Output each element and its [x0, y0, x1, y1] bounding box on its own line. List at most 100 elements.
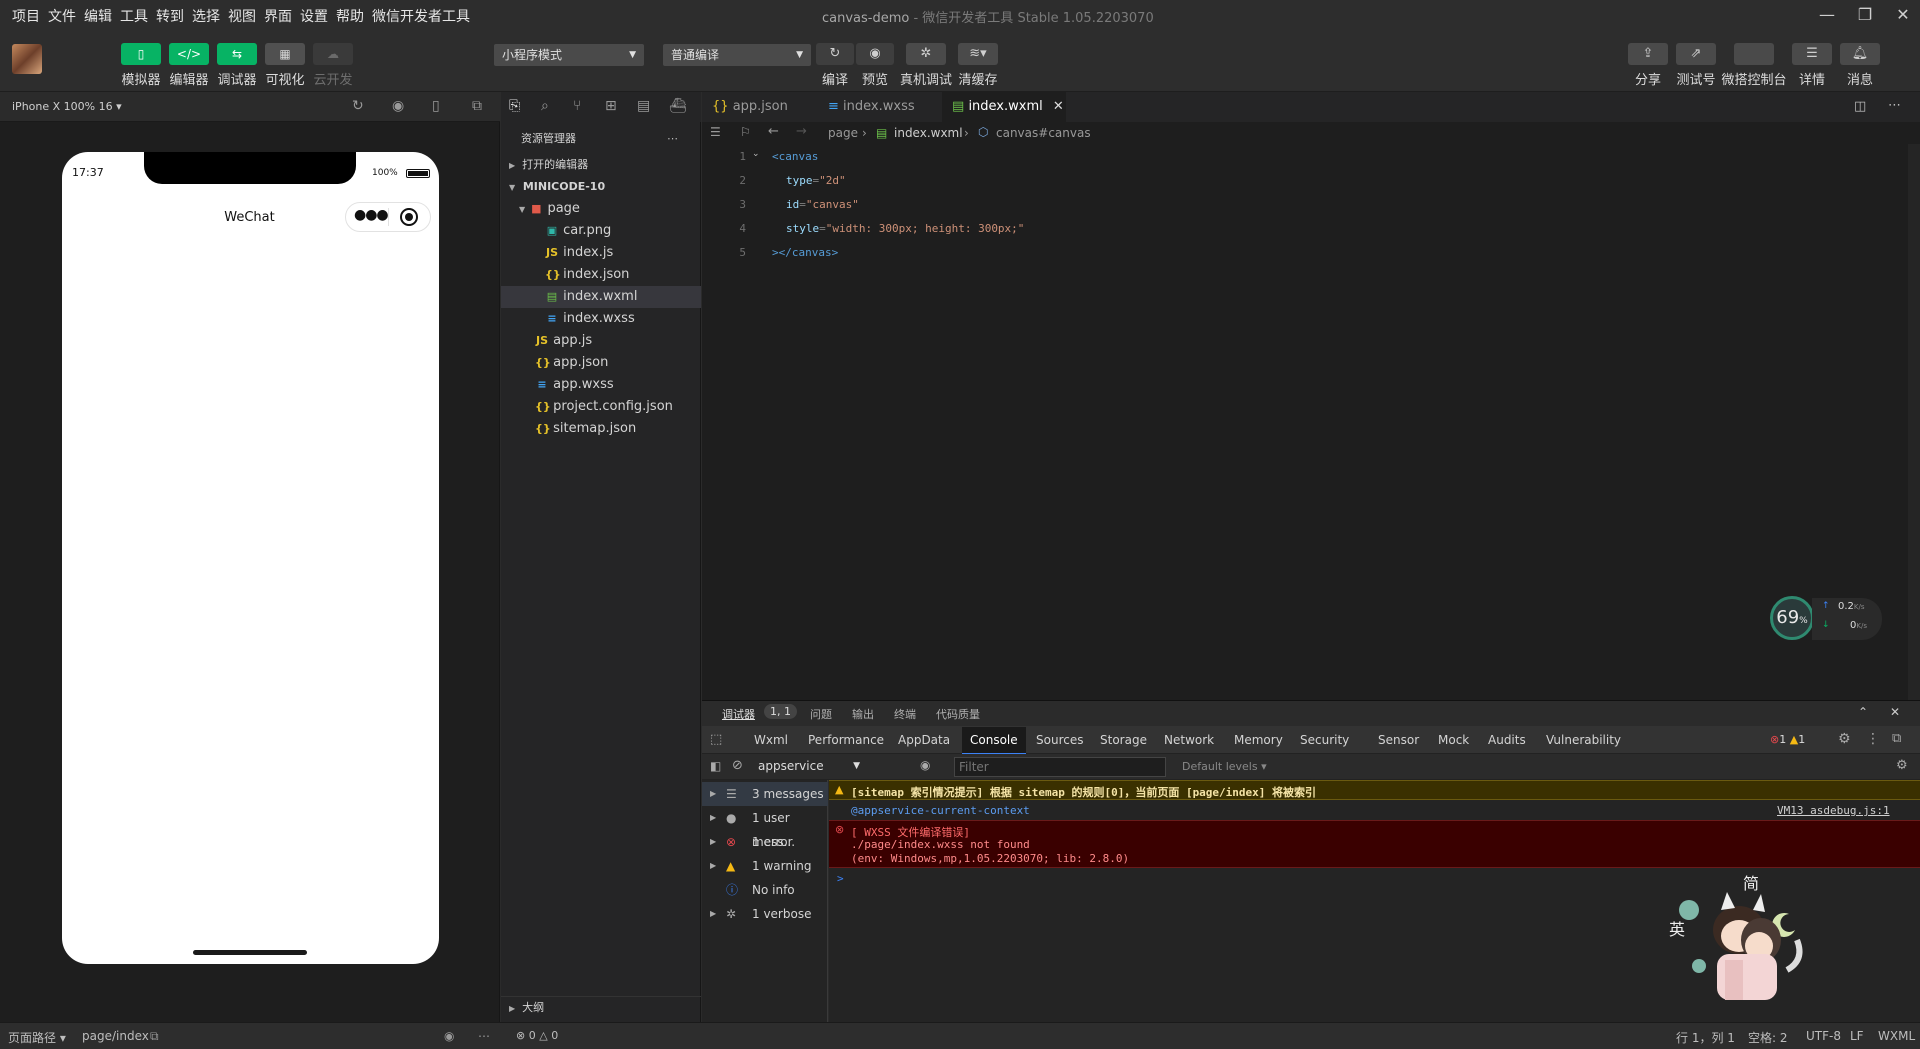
- rotate-icon[interactable]: ↻: [352, 98, 364, 114]
- gear-icon[interactable]: ⚙: [1838, 731, 1851, 747]
- page-path-select[interactable]: 页面路径 ▾: [8, 1029, 66, 1046]
- search-icon[interactable]: ⌕: [541, 98, 549, 114]
- menu-item-project[interactable]: 项目: [12, 6, 40, 26]
- more-icon[interactable]: ●●●: [354, 207, 389, 223]
- close-icon[interactable]: ✕: [1890, 705, 1900, 719]
- devtab-sensor[interactable]: Sensor: [1378, 733, 1419, 747]
- menu-item-goto[interactable]: 转到: [156, 6, 184, 26]
- visual-toggle-button[interactable]: ▦: [265, 43, 305, 65]
- devtab-memory[interactable]: Memory: [1234, 733, 1283, 747]
- restore-icon[interactable]: ❐: [1850, 4, 1880, 26]
- compile-select[interactable]: 普通编译 ▼: [663, 44, 811, 66]
- kebab-icon[interactable]: ⋮: [1866, 731, 1880, 747]
- file-project-config-json[interactable]: {} project.config.json: [501, 396, 701, 418]
- encoding[interactable]: UTF-8: [1806, 1029, 1841, 1043]
- details-button[interactable]: ☰: [1792, 43, 1832, 65]
- devtab-console[interactable]: Console: [962, 727, 1026, 755]
- context-select[interactable]: appservice ▼: [754, 756, 864, 776]
- popout-icon[interactable]: ⧉: [472, 98, 482, 114]
- menu-item-select[interactable]: 选择: [192, 6, 220, 26]
- folder-page[interactable]: ▼ ■ page: [501, 198, 701, 220]
- inspect-icon[interactable]: ⬚: [710, 732, 722, 747]
- more-icon[interactable]: ⋯: [667, 128, 678, 150]
- test-account-button[interactable]: ⇗: [1676, 43, 1716, 65]
- console-output[interactable]: ▲ [sitemap 索引情况提示] 根据 sitemap 的规则[0]，当前页…: [829, 780, 1920, 1022]
- levels-select[interactable]: Default levels ▾: [1182, 760, 1267, 773]
- weda-console-button[interactable]: [1734, 43, 1774, 65]
- file-index-wxss[interactable]: ≡ index.wxss: [501, 308, 701, 330]
- compile-button[interactable]: ↻: [816, 43, 854, 65]
- tab-problems[interactable]: 问题: [810, 706, 832, 722]
- split-editor-icon[interactable]: ◫: [1854, 99, 1866, 114]
- sidebar-item-messages[interactable]: ▶ ☰ 3 messages: [702, 782, 828, 806]
- sidebar-item-user-messages[interactable]: ▶ ● 1 user mess...: [702, 806, 828, 849]
- breadcrumb-item[interactable]: canvas#canvas: [996, 126, 1091, 140]
- device-select[interactable]: iPhone X 100% 16 ▾: [12, 100, 122, 113]
- outline-section[interactable]: ▶ 大纲: [501, 996, 701, 1018]
- breadcrumb-item[interactable]: page: [828, 126, 858, 140]
- project-section[interactable]: ▼ MINICODE-10: [501, 176, 701, 198]
- minimize-icon[interactable]: —: [1812, 4, 1842, 26]
- menu-item-tools[interactable]: 工具: [120, 6, 148, 26]
- list-icon[interactable]: ☰: [710, 125, 721, 139]
- file-sitemap-json[interactable]: {} sitemap.json: [501, 418, 701, 440]
- phone-icon[interactable]: ▯: [432, 98, 440, 114]
- menu-item-file[interactable]: 文件: [48, 6, 76, 26]
- avatar[interactable]: [12, 44, 42, 74]
- preview-button[interactable]: ◉: [856, 43, 894, 65]
- file-app-js[interactable]: JS app.js: [501, 330, 701, 352]
- remote-debug-button[interactable]: ✲: [906, 43, 946, 65]
- editor-scrollbar[interactable]: [1908, 144, 1920, 700]
- extensions-icon[interactable]: ⊞: [605, 98, 617, 114]
- menu-item-help[interactable]: 帮助: [336, 6, 364, 26]
- devtab-sources[interactable]: Sources: [1036, 733, 1083, 747]
- mode-select[interactable]: 小程序模式 ▼: [494, 44, 644, 66]
- devtab-vulnerability[interactable]: Vulnerability: [1546, 733, 1621, 747]
- phone-screen[interactable]: 17:37 100% WeChat ●●●: [62, 152, 439, 964]
- cursor-position[interactable]: 行 1，列 1: [1676, 1029, 1735, 1046]
- more-icon[interactable]: ⋯: [1888, 98, 1901, 113]
- menu-item-devtools[interactable]: 微信开发者工具: [372, 6, 470, 26]
- devtab-wxml[interactable]: Wxml: [754, 733, 788, 747]
- close-icon[interactable]: ✕: [1053, 99, 1064, 114]
- language-mode[interactable]: WXML: [1878, 1029, 1915, 1043]
- menu-item-interface[interactable]: 界面: [264, 6, 292, 26]
- tab-index-wxml[interactable]: ▤ index.wxml ✕: [942, 92, 1066, 122]
- messages-button[interactable]: 🔔︎: [1840, 43, 1880, 65]
- bookmark-icon[interactable]: ⚐: [740, 125, 751, 139]
- storage-icon[interactable]: ▤: [637, 98, 650, 114]
- chevron-up-icon[interactable]: ⌃: [1858, 705, 1868, 719]
- sidebar-item-errors[interactable]: ▶ ⊗ 1 error: [702, 830, 828, 854]
- devtab-appdata[interactable]: AppData: [898, 733, 950, 747]
- file-app-json[interactable]: {} app.json: [501, 352, 701, 374]
- simulator-toggle-button[interactable]: ▯: [121, 43, 161, 65]
- more-icon[interactable]: ⋯: [478, 1029, 490, 1043]
- file-index-js[interactable]: JS index.js: [501, 242, 701, 264]
- breadcrumb-item[interactable]: index.wxml: [894, 126, 963, 140]
- sidebar-item-info[interactable]: ⓘ No info: [702, 878, 828, 902]
- close-window-icon[interactable]: ✕: [1888, 4, 1918, 26]
- devtab-security[interactable]: Security: [1300, 733, 1349, 747]
- console-filter-input[interactable]: [954, 757, 1166, 777]
- debugger-toggle-button[interactable]: ⇆: [217, 43, 257, 65]
- devtab-storage[interactable]: Storage: [1100, 733, 1147, 747]
- devtab-audits[interactable]: Audits: [1488, 733, 1526, 747]
- problems-indicator[interactable]: ⊗ 0 △ 0: [516, 1029, 558, 1042]
- source-link[interactable]: VM13 asdebug.js:1: [1777, 804, 1890, 817]
- back-icon[interactable]: ←: [768, 124, 779, 139]
- close-miniprogram-icon[interactable]: [400, 208, 418, 226]
- tab-debugger[interactable]: 调试器: [722, 706, 755, 722]
- sidebar-item-warnings[interactable]: ▶ ▲ 1 warning: [702, 854, 828, 878]
- tab-output[interactable]: 输出: [852, 706, 874, 722]
- file-index-wxml[interactable]: ▤ index.wxml: [501, 286, 701, 308]
- cpu-gauge[interactable]: 69%: [1770, 596, 1814, 640]
- devtab-network[interactable]: Network: [1164, 733, 1214, 747]
- share-button[interactable]: ⇪: [1628, 43, 1668, 65]
- cloud-dev-button[interactable]: ☁: [313, 43, 353, 65]
- console-prompt[interactable]: >: [837, 872, 844, 885]
- sidebar-toggle-icon[interactable]: ◧: [710, 759, 721, 773]
- menu-item-view[interactable]: 视图: [228, 6, 256, 26]
- tab-terminal[interactable]: 终端: [894, 706, 916, 722]
- files-icon[interactable]: ⎘: [509, 98, 520, 114]
- fold-icon[interactable]: ⌄: [752, 149, 760, 159]
